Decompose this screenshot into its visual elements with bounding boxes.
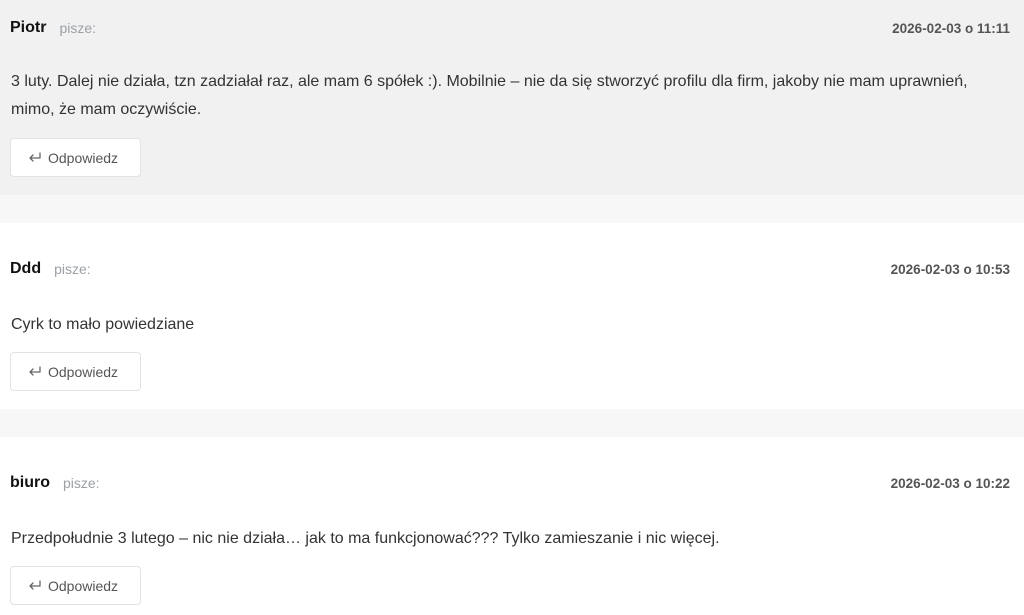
- comment-text: Cyrk to mało powiedziane: [11, 316, 195, 333]
- comment-item: Ddd pisze: 2026-02-03 o 10:53 Cyrk to ma…: [0, 223, 1024, 409]
- comment-says-label: pisze:: [63, 475, 100, 491]
- reply-button-label: Odpowiedz: [48, 149, 119, 166]
- comment-header: biuro pisze: 2026-02-03 o 10:22: [10, 473, 1010, 493]
- comment-timestamp[interactable]: 2026-02-03 o 11:11: [892, 21, 1010, 36]
- comment-text: Przedpołudnie 3 lutego – nic nie działa……: [11, 530, 720, 547]
- comment-item: biuro pisze: 2026-02-03 o 10:22 Przedpoł…: [0, 437, 1024, 615]
- reply-arrow-icon: [28, 151, 42, 164]
- reply-button-label: Odpowiedz: [48, 577, 119, 594]
- reply-button[interactable]: Odpowiedz: [10, 138, 141, 177]
- comment-author: Piotr: [10, 19, 47, 36]
- reply-button-label: Odpowiedz: [48, 363, 119, 380]
- reply-arrow-icon: [28, 365, 42, 378]
- reply-button[interactable]: Odpowiedz: [10, 352, 141, 391]
- reply-arrow-icon: [28, 579, 42, 592]
- comment-says-label: pisze:: [54, 261, 91, 277]
- comment-timestamp[interactable]: 2026-02-03 o 10:22: [891, 476, 1010, 491]
- comment-author: Ddd: [10, 260, 42, 277]
- comment-header: Ddd pisze: 2026-02-03 o 10:53: [10, 259, 1010, 279]
- comment-timestamp[interactable]: 2026-02-03 o 10:53: [891, 262, 1010, 277]
- comment-list: Piotr pisze: 2026-02-03 o 11:11 3 luty. …: [0, 0, 1024, 615]
- reply-button[interactable]: Odpowiedz: [10, 566, 141, 605]
- comment-author: biuro: [10, 474, 50, 491]
- comment-header: Piotr pisze: 2026-02-03 o 11:11: [10, 18, 1010, 38]
- comment-says-label: pisze:: [59, 20, 97, 36]
- comment-item: Piotr pisze: 2026-02-03 o 11:11 3 luty. …: [0, 0, 1024, 195]
- comment-text: 3 luty. Dalej nie działa, tzn zadziałał …: [11, 73, 968, 118]
